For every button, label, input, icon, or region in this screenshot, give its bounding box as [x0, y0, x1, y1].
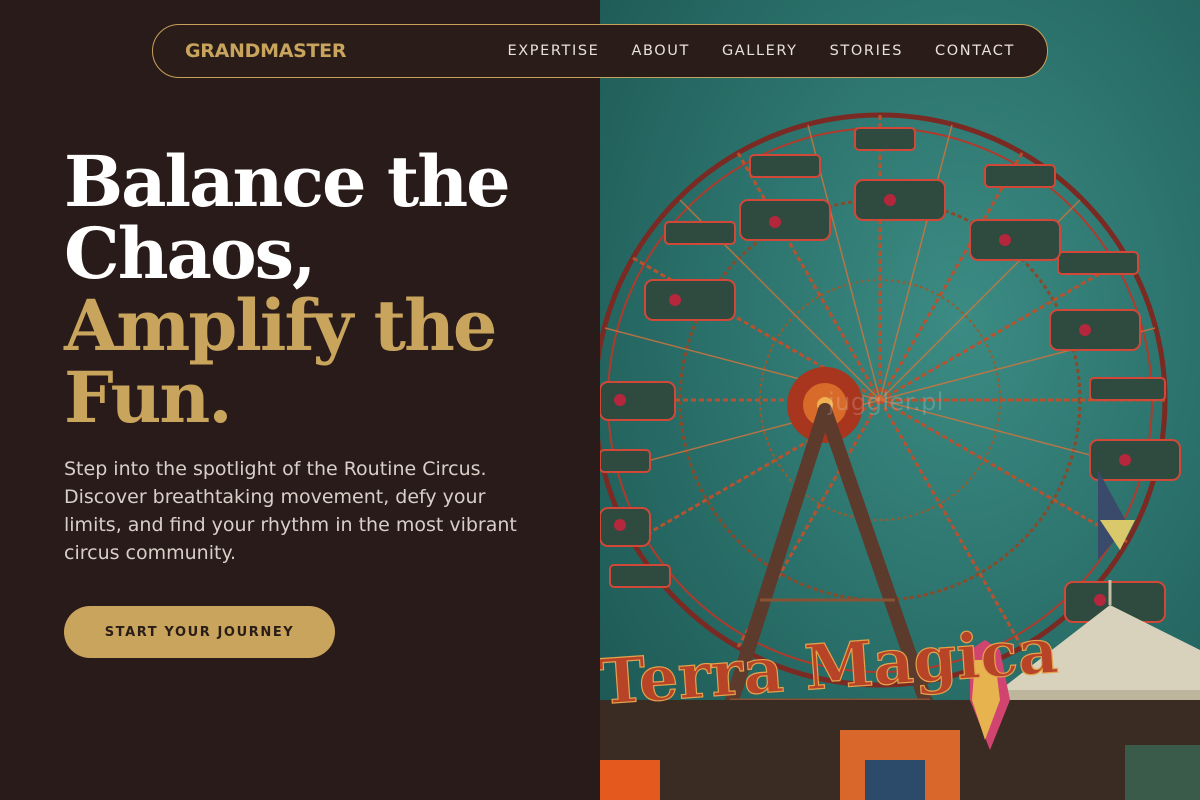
brand-logo[interactable]: GRANDMASTER [185, 40, 346, 62]
nav-links: EXPERTISE ABOUT GALLERY STORIES CONTACT [476, 43, 1015, 59]
nav-link-expertise[interactable]: EXPERTISE [508, 43, 600, 59]
nav-link-gallery[interactable]: GALLERY [722, 43, 798, 59]
watermark: juggler.pl [828, 388, 944, 416]
hero-title-line-2: Chaos, [64, 212, 316, 295]
nav-link-stories[interactable]: STORIES [830, 43, 903, 59]
hero-title-line-3: Amplify the [64, 284, 497, 367]
nav-link-contact[interactable]: CONTACT [935, 43, 1015, 59]
hero-left-panel: Balance the Chaos, Amplify the Fun. Step… [0, 0, 600, 800]
nav-link-about[interactable]: ABOUT [631, 43, 690, 59]
hero-description: Step into the spotlight of the Routine C… [64, 458, 517, 564]
hero-title: Balance the Chaos, Amplify the Fun. [64, 146, 584, 434]
hero-title-line-4: Fun. [64, 356, 233, 439]
hero-title-line-1: Balance the [64, 140, 511, 223]
start-journey-button[interactable]: START YOUR JOURNEY [64, 606, 335, 658]
main-nav: GRANDMASTER EXPERTISE ABOUT GALLERY STOR… [152, 24, 1048, 78]
